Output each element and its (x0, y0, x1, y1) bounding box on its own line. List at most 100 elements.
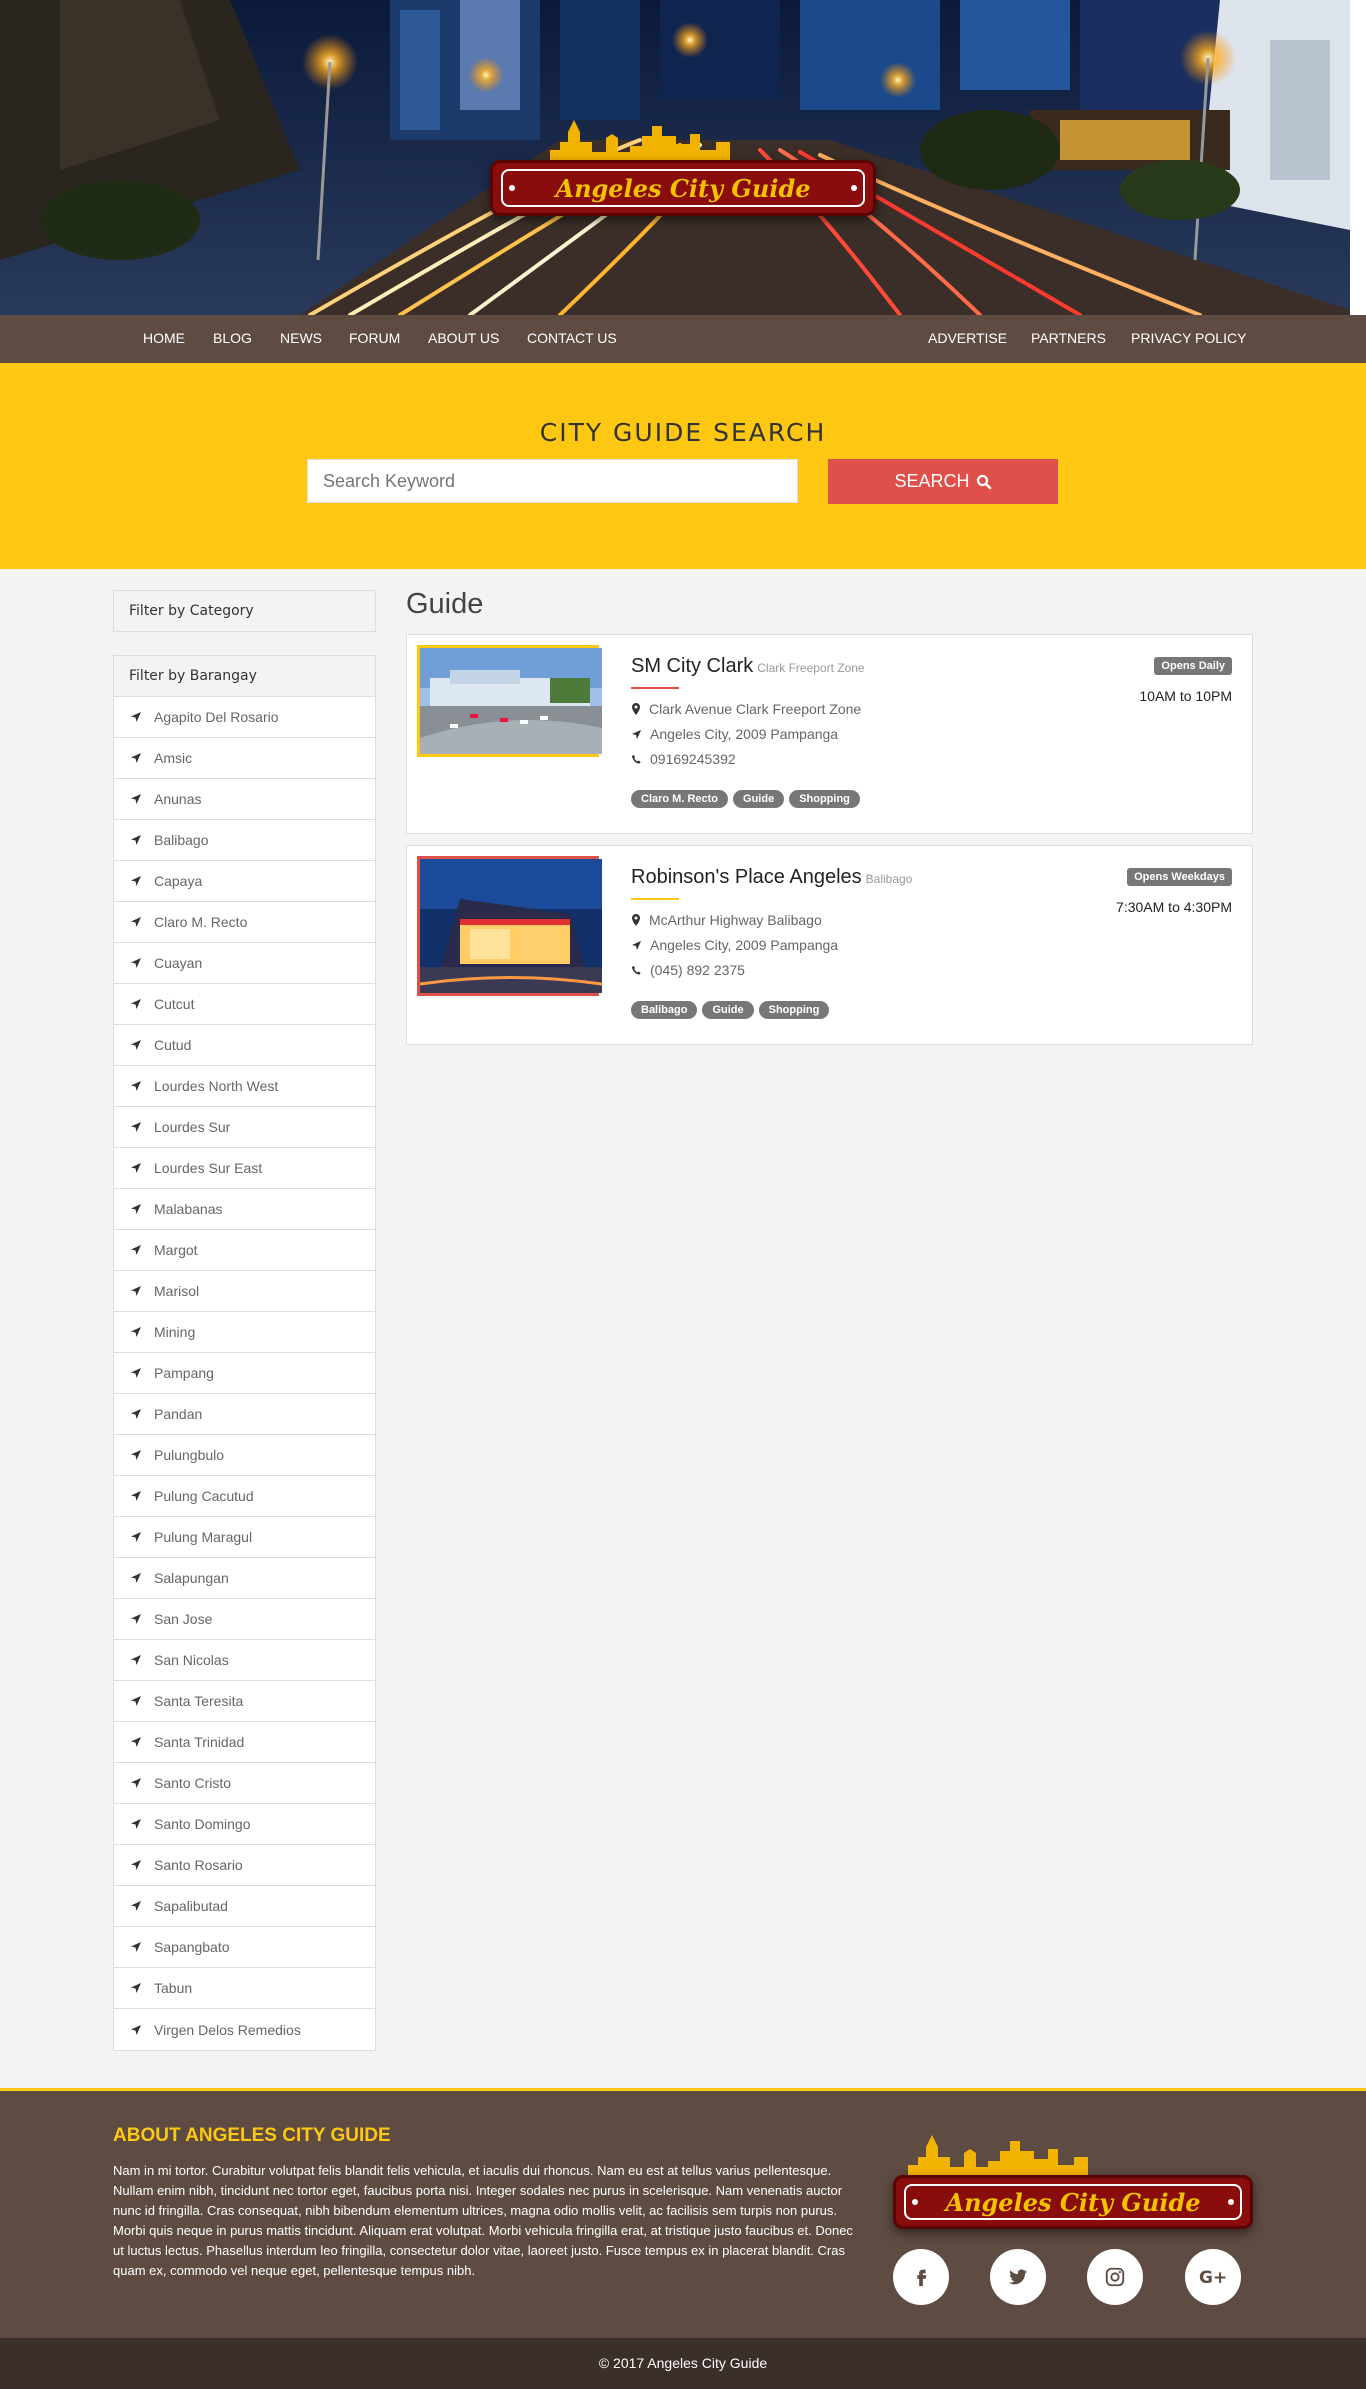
barangay-label: Mining (154, 1324, 196, 1340)
hours-text: 7:30AM to 4:30PM (1116, 899, 1232, 915)
barangay-item[interactable]: Sapangbato (114, 1927, 375, 1968)
listing-card[interactable]: Robinson's Place Angeles Balibago McArthur… (406, 845, 1253, 1045)
filter-by-category[interactable]: Filter by Category (113, 590, 376, 632)
location-arrow-icon (131, 1696, 141, 1706)
nav-news[interactable]: NEWS (280, 330, 322, 346)
listing-address: McArthur Highway Balibago (631, 912, 822, 928)
filter-by-barangay-header[interactable]: Filter by Barangay (114, 656, 375, 697)
tag-badge[interactable]: Balibago (631, 1001, 698, 1019)
barangay-item[interactable]: Claro M. Recto (114, 902, 375, 943)
location-arrow-icon (131, 1122, 141, 1132)
barangay-item[interactable]: Marisol (114, 1271, 375, 1312)
barangay-item[interactable]: Agapito Del Rosario (114, 697, 375, 738)
barangay-item[interactable]: Amsic (114, 738, 375, 779)
facebook-link[interactable] (893, 2249, 949, 2305)
barangay-item[interactable]: Lourdes Sur East (114, 1148, 375, 1189)
listing-name[interactable]: SM City Clark Clark Freeport Zone (631, 655, 865, 678)
listing-card[interactable]: SM City Clark Clark Freeport Zone Clark Av… (406, 634, 1253, 834)
barangay-label: Santo Rosario (154, 1857, 243, 1873)
barangay-label: Pulung Maragul (154, 1529, 253, 1545)
barangay-label: Cutud (154, 1037, 192, 1053)
barangay-item[interactable]: Lourdes Sur (114, 1107, 375, 1148)
barangay-item[interactable]: San Jose (114, 1599, 375, 1640)
barangay-item[interactable]: Santa Trinidad (114, 1722, 375, 1763)
instagram-link[interactable] (1087, 2249, 1143, 2305)
barangay-item[interactable]: Cutcut (114, 984, 375, 1025)
site-logo[interactable]: Angeles City Guide (490, 112, 876, 216)
location-arrow-icon (131, 794, 141, 804)
location-arrow-icon (131, 1450, 141, 1460)
tag-badge[interactable]: Guide (702, 1001, 754, 1019)
logo-dot (851, 185, 857, 191)
barangay-item[interactable]: Margot (114, 1230, 375, 1271)
copyright: © 2017 Angeles City Guide (0, 2338, 1366, 2389)
barangay-item[interactable]: Pulungbulo (114, 1435, 375, 1476)
location-arrow-icon (131, 1860, 141, 1870)
barangay-label: Malabanas (154, 1201, 223, 1217)
barangay-item[interactable]: Pulung Maragul (114, 1517, 375, 1558)
title-underline (631, 898, 679, 900)
listing-address: Clark Avenue Clark Freeport Zone (631, 701, 861, 717)
barangay-item[interactable]: Capaya (114, 861, 375, 902)
nav-contact-us[interactable]: CONTACT US (527, 330, 617, 346)
nav-blog[interactable]: BLOG (213, 330, 252, 346)
nav-partners[interactable]: PARTNERS (1031, 330, 1106, 346)
address-text: McArthur Highway Balibago (649, 912, 822, 928)
barangay-item[interactable]: Salapungan (114, 1558, 375, 1599)
barangay-item[interactable]: Virgen Delos Remedios (114, 2009, 375, 2050)
barangay-item[interactable]: Malabanas (114, 1189, 375, 1230)
nav-home[interactable]: HOME (143, 330, 185, 346)
search-button[interactable]: SEARCH (828, 459, 1058, 504)
barangay-label: Santa Trinidad (154, 1734, 245, 1750)
listing-image[interactable] (417, 645, 602, 757)
nav-privacy-policy[interactable]: PRIVACY POLICY (1131, 330, 1246, 346)
barangay-item[interactable]: Santo Domingo (114, 1804, 375, 1845)
footer-logo[interactable]: Angeles City Guide (893, 2121, 1253, 2231)
logo-dot (912, 2199, 918, 2205)
tag-badge[interactable]: Guide (733, 790, 785, 808)
barangay-item[interactable]: Santa Teresita (114, 1681, 375, 1722)
location-arrow-icon (131, 1778, 141, 1788)
listing-image[interactable] (417, 856, 603, 996)
barangay-item[interactable]: Sapalibutad (114, 1886, 375, 1927)
barangay-item[interactable]: Pulung Cacutud (114, 1476, 375, 1517)
barangay-item[interactable]: Pandan (114, 1394, 375, 1435)
twitter-link[interactable] (990, 2249, 1046, 2305)
barangay-item[interactable]: Cutud (114, 1025, 375, 1066)
barangay-item[interactable]: Mining (114, 1312, 375, 1353)
location-arrow-icon (131, 958, 141, 968)
barangay-item[interactable]: Anunas (114, 779, 375, 820)
nav-advertise[interactable]: ADVERTISE (928, 330, 1007, 346)
barangay-item[interactable]: Santo Rosario (114, 1845, 375, 1886)
barangay-item[interactable]: San Nicolas (114, 1640, 375, 1681)
barangay-label: San Jose (154, 1611, 213, 1627)
barangay-item[interactable]: Lourdes North West (114, 1066, 375, 1107)
listing-name[interactable]: Robinson's Place Angeles Balibago (631, 866, 912, 889)
skyline-icon (550, 120, 730, 160)
search-input[interactable] (307, 459, 798, 503)
barangay-item[interactable]: Pampang (114, 1353, 375, 1394)
hours-badge: Opens Daily (1154, 657, 1232, 675)
hero-banner: Angeles City Guide (0, 0, 1366, 315)
tag-badge[interactable]: Shopping (789, 790, 860, 808)
barangay-item[interactable]: Cuayan (114, 943, 375, 984)
location-arrow-icon (131, 999, 141, 1009)
barangay-item[interactable]: Balibago (114, 820, 375, 861)
tag-badge[interactable]: Shopping (758, 1001, 830, 1019)
barangay-item[interactable]: Tabun (114, 1968, 375, 2009)
barangay-item[interactable]: Santo Cristo (114, 1763, 375, 1804)
listing-title[interactable]: SM City Clark (631, 655, 753, 677)
google-plus-link[interactable]: G+ (1185, 2249, 1241, 2305)
nav-forum[interactable]: FORUM (349, 330, 400, 346)
location-arrow-icon (131, 1081, 141, 1091)
logo-plate: Angeles City Guide (490, 160, 876, 216)
city-text: Angeles City, 2009 Pampanga (650, 937, 839, 953)
tag-badge[interactable]: Claro M. Recto (631, 790, 729, 808)
nav-about-us[interactable]: ABOUT US (428, 330, 499, 346)
hero-edge (1350, 0, 1366, 315)
barangay-label: Capaya (154, 873, 203, 889)
listing-title[interactable]: Robinson's Place Angeles (631, 866, 862, 888)
barangay-label: Cuayan (154, 955, 203, 971)
logo-text: Angeles City Guide (945, 2187, 1201, 2217)
barangay-label: Balibago (154, 832, 209, 848)
